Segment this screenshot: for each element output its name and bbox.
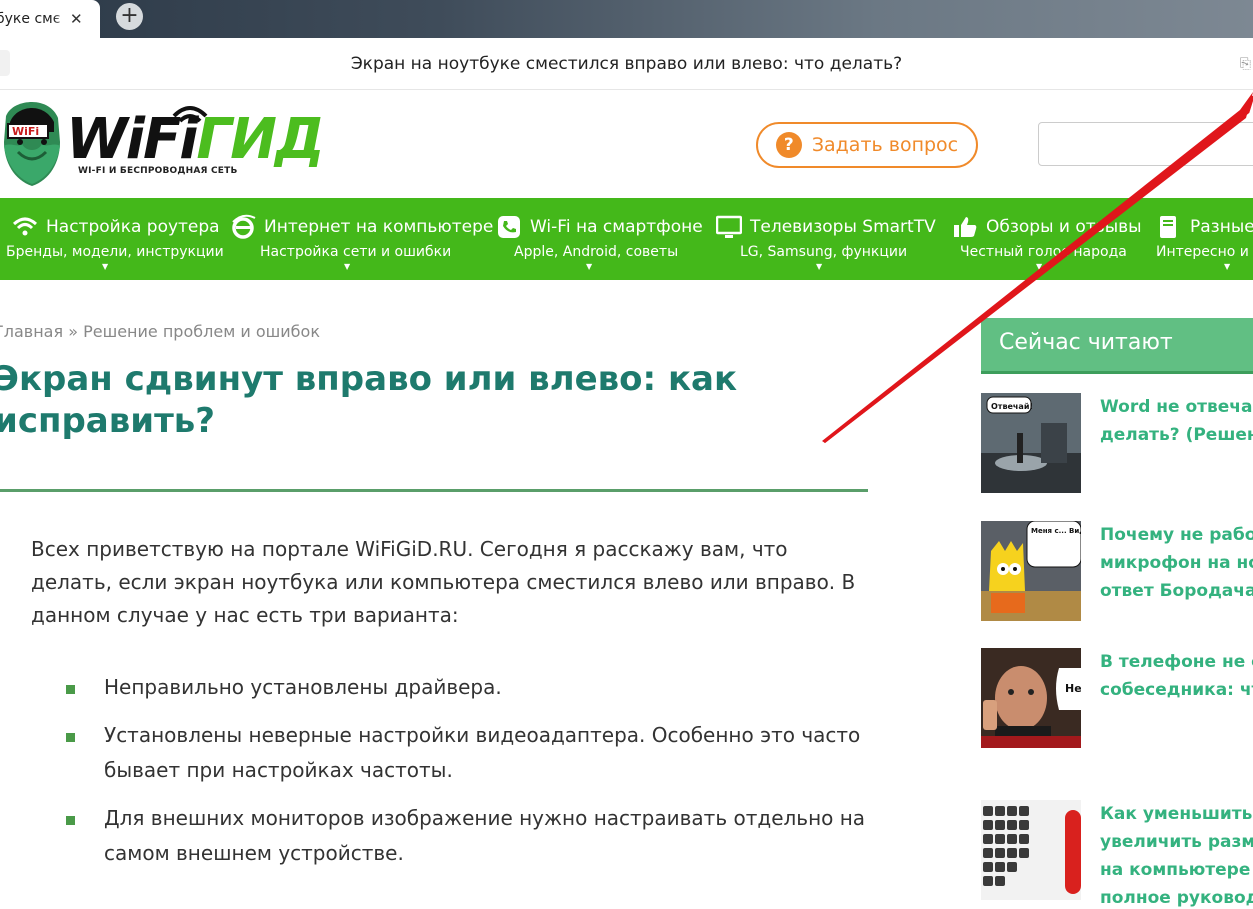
breadcrumb-separator: » [63, 322, 84, 341]
link-line: делать? (Решено [1100, 425, 1253, 445]
nav-subtitle: Честный голос народа [960, 244, 1127, 260]
chevron-down-icon: ▼ [1224, 262, 1231, 271]
breadcrumb-section-link[interactable]: Решение проблем и ошибок [83, 322, 320, 341]
site-header: WiFi WiFiГИД WI-FI И БЕСПРОВОДНАЯ СЕТЬ ?… [0, 90, 1253, 198]
link-line: полное руковод [1100, 888, 1253, 908]
nav-item-internet-pc[interactable]: Интернет на компьютере Настройка сети и … [228, 198, 493, 280]
sidebar-article-link[interactable]: Почему не работ микрофон на ноу ответ Бо… [1100, 521, 1253, 605]
list-item-text: Для внешних мониторов изображение нужно … [104, 806, 866, 865]
logo-wifi-arcs-icon [172, 106, 208, 123]
nav-subtitle: Настройка сети и ошибки [260, 244, 452, 260]
link-line: собеседника: что [1100, 680, 1253, 700]
chevron-down-icon: ▼ [344, 262, 351, 271]
ask-question-button[interactable]: ? Задать вопрос [756, 122, 978, 168]
link-line: на компьютере с [1100, 860, 1253, 880]
logo-tagline: WI-FI И БЕСПРОВОДНАЯ СЕТЬ [78, 166, 238, 176]
ask-question-label: Задать вопрос [811, 134, 959, 156]
chevron-down-icon: ▼ [1036, 262, 1043, 271]
nav-title: Wi-Fi на смартфоне [530, 217, 703, 237]
article-thumbnail[interactable]: Меня с... Видимо у... с микро... [981, 521, 1081, 621]
breadcrumb-home-link[interactable]: Главная [0, 322, 63, 341]
tab-title: букe смє [0, 11, 61, 27]
thumbnail-caption: Отвечай! [991, 402, 1033, 411]
breadcrumb: Главная » Решение проблем и ошибок [0, 322, 320, 341]
sidebar-article[interactable]: Меня с... Видимо у... с микро... Почему … [981, 521, 1253, 621]
nav-subtitle: Apple, Android, советы [514, 244, 679, 260]
nav-item-smart-tv[interactable]: Телевизоры SmartTV LG, Samsung, функции … [714, 198, 936, 280]
chevron-down-icon: ▼ [586, 262, 593, 271]
nav-subtitle: LG, Samsung, функции [740, 244, 908, 260]
article-thumbnail[interactable] [981, 800, 1081, 900]
nav-subtitle: Интересно и п [1156, 244, 1253, 260]
link-line: ответ Бородача [1100, 581, 1253, 601]
sidebar-article-link[interactable]: В телефоне не сл собеседника: что [1100, 648, 1253, 704]
article-heading: Экран сдвинут вправо или влево: как испр… [0, 359, 738, 441]
logo-mascot-icon[interactable]: WiFi [0, 102, 64, 186]
nav-item-misc[interactable]: Разные Интересно и п ▼ [1154, 198, 1253, 280]
thumbs-up-icon [954, 217, 977, 237]
book-icon [1160, 216, 1176, 238]
link-line: Как уменьшить и [1100, 804, 1253, 824]
extension-icon[interactable]: ⎘ [1240, 56, 1251, 72]
search-input[interactable] [1038, 122, 1253, 166]
sidebar-article[interactable]: Отвечай! Word не отвечае делать? (Решено [981, 393, 1253, 493]
sidebar-heading: Сейчас читают [981, 318, 1253, 374]
nav-title: Настройка роутера [46, 217, 220, 237]
article-thumbnail[interactable]: Отвечай! [981, 393, 1081, 493]
tab-strip: букe смє ✕ + [0, 0, 1253, 38]
link-line: В телефоне не сл [1100, 652, 1253, 672]
nav-title: Телевизоры SmartTV [750, 217, 936, 237]
nav-title: Разные [1190, 217, 1253, 237]
bullet-square-icon [66, 816, 75, 825]
chevron-down-icon: ▼ [816, 262, 823, 271]
nav-item-router-setup[interactable]: Настройка роутера Бренды, модели, инстру… [6, 198, 224, 280]
close-icon[interactable]: ✕ [70, 10, 83, 28]
phone-icon [498, 216, 520, 238]
sidebar-article[interactable]: Как уменьшить и увеличить разме на компь… [981, 800, 1253, 908]
logo-text-green: ГИД [196, 107, 324, 172]
list-item-text: Установлены неверные настройки видеоадап… [104, 723, 861, 782]
new-tab-button[interactable]: + [116, 3, 143, 30]
logo-badge-text: WiFi [12, 125, 39, 138]
sidebar-article[interactable]: Не В телефоне не сл собеседника: что [981, 648, 1253, 748]
bullet-square-icon [66, 733, 75, 742]
heading-divider [0, 489, 868, 492]
monitor-icon [716, 215, 742, 238]
question-icon: ? [775, 132, 802, 158]
wifi-icon [12, 217, 38, 236]
page-title: Экран на ноутбуке сместился вправо или в… [350, 54, 903, 74]
sidebar-article-link[interactable]: Как уменьшить и увеличить разме на компь… [1100, 800, 1253, 909]
chevron-down-icon: ▼ [102, 262, 109, 271]
nav-item-wifi-smartphone[interactable]: Wi-Fi на смартфоне Apple, Android, совет… [494, 198, 703, 280]
main-nav: Настройка роутера Бренды, модели, инстру… [0, 198, 1253, 280]
list-item: Неправильно установлены драйвера. [0, 670, 880, 705]
article-thumbnail[interactable]: Не [981, 648, 1081, 748]
nav-title: Интернет на компьютере [264, 217, 494, 237]
article-bullet-list: Неправильно установлены драйвера. Устано… [0, 670, 880, 884]
bullet-square-icon [66, 685, 75, 694]
link-line: микрофон на ноу [1100, 553, 1253, 573]
nav-title: Обзоры и отзывы [986, 217, 1142, 237]
link-line: увеличить разме [1100, 832, 1253, 852]
thumbnail-caption: Меня с... Видимо у... с микро... [1031, 527, 1081, 535]
page-title-bar: Экран на ноутбуке сместился вправо или в… [0, 38, 1253, 90]
browser-tab[interactable]: букe смє ✕ [0, 0, 100, 38]
article-intro: Всех приветствую на портале WiFiGiD.RU. … [31, 537, 856, 627]
thumbnail-caption: Не [1065, 682, 1081, 695]
nav-subtitle: Бренды, модели, инструкции [6, 244, 224, 260]
link-line: Почему не работ [1100, 525, 1253, 545]
link-line: Word не отвечае [1100, 397, 1253, 417]
list-item: Установлены неверные настройки видеоадап… [0, 718, 880, 788]
sidebar-article-link[interactable]: Word не отвечае делать? (Решено [1100, 393, 1253, 449]
ie-icon [232, 214, 256, 239]
list-item-text: Неправильно установлены драйвера. [104, 675, 502, 699]
list-item: Для внешних мониторов изображение нужно … [0, 801, 880, 871]
browser-window: букe смє ✕ + Экран на ноутбуке сместился… [0, 0, 1253, 909]
nav-item-reviews[interactable]: Обзоры и отзывы Честный голос народа ▼ [950, 198, 1150, 280]
